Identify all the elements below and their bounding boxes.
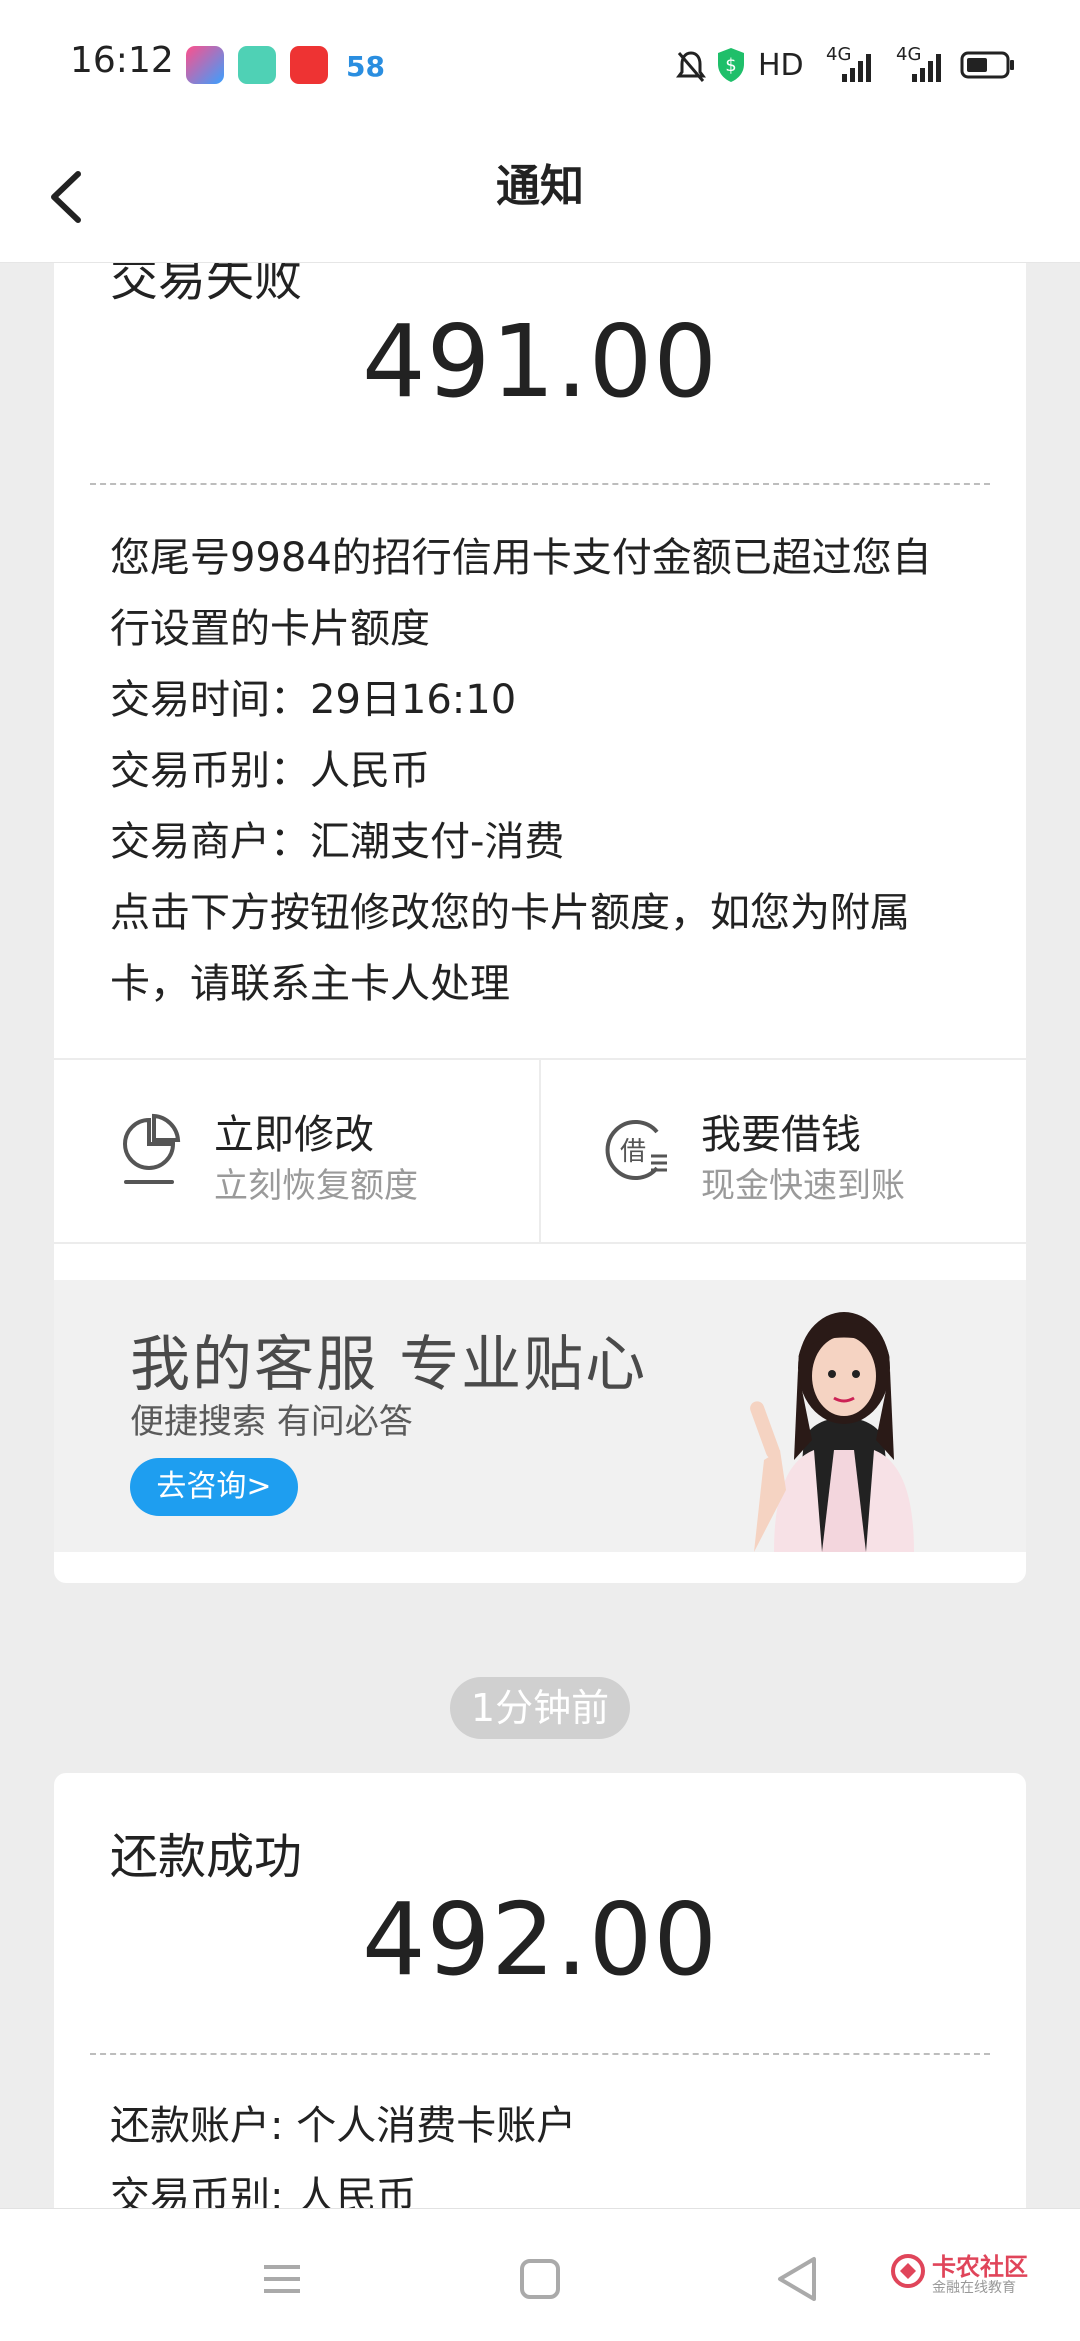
watermark-logo: 卡农社区 金融在线教育 [890, 2247, 1040, 2303]
svg-text:$: $ [725, 55, 736, 76]
dashed-divider [90, 2053, 990, 2055]
body-line: 还款账户: 个人消费卡账户 [110, 2103, 577, 2149]
shield-icon: $ [718, 48, 744, 82]
notification-body: 您尾号9984的招行信用卡支付金额已超过您自 行设置的卡片额度 交易时间：29日… [110, 523, 990, 1020]
home-button[interactable] [500, 2239, 580, 2319]
mute-icon [676, 51, 706, 82]
action-sublabel: 现金快速到账 [701, 1166, 905, 1206]
borrow-money-button[interactable]: 借 我要借钱 现金快速到账 [539, 1060, 1026, 1242]
signal-1-icon [842, 54, 871, 82]
time-pill: 1分钟前 [450, 1677, 630, 1739]
square-app-icon [238, 46, 276, 84]
banner-subtitle: 便捷搜索 有问必答 [130, 1402, 413, 1442]
back-nav-button[interactable] [758, 2239, 838, 2319]
menu-icon [264, 2265, 300, 2293]
customer-service-banner[interactable]: 我的客服 专业贴心 便捷搜索 有问必答 去咨询> [54, 1280, 1026, 1552]
watermark-icon [891, 2254, 925, 2288]
action-label: 立即修改 [214, 1112, 374, 1158]
battery-icon [960, 51, 1014, 79]
card-title: 还款成功 [110, 1829, 303, 1885]
body-line: 交易商户：汇潮支付-消费 [110, 819, 565, 865]
hd-indicator: HD [758, 48, 804, 83]
body-line: 交易时间：29日16:10 [110, 677, 517, 723]
menu-button[interactable] [242, 2239, 322, 2319]
action-sublabel: 立刻恢复额度 [214, 1166, 418, 1206]
notification-list[interactable]: 交易失败 491.00 您尾号9984的招行信用卡支付金额已超过您自 行设置的卡… [0, 263, 1080, 2208]
borrow-icon-char: 借 [620, 1137, 646, 1167]
pie-chart-icon [123, 1113, 181, 1184]
system-nav-bar: 卡农社区 金融在线教育 [0, 2208, 1080, 2341]
action-row: 立即修改 立刻恢复额度 借 我要借钱 现金快速到账 [54, 1058, 1026, 1244]
body-line: 交易币别: 人民币 [110, 2174, 417, 2208]
body-line: 您尾号9984的招行信用卡支付金额已超过您自 [110, 535, 932, 581]
status-bar: 16:12 58 $ HD 4G 4G [0, 0, 1080, 130]
page-title-wrap: 通知 [0, 150, 1080, 214]
banner-title: 我的客服 专业贴心 [130, 1330, 648, 1400]
page-title: 通知 [496, 161, 584, 212]
consult-button[interactable]: 去咨询> [130, 1458, 298, 1516]
action-label: 我要借钱 [701, 1112, 861, 1158]
notification-body: 还款账户: 个人消费卡账户 交易币别: 人民币 [110, 2091, 990, 2208]
modify-limit-button[interactable]: 立即修改 立刻恢复额度 [54, 1060, 539, 1242]
transaction-amount: 491.00 [362, 303, 718, 420]
body-line: 点击下方按钮修改您的卡片额度，如您为附属 [110, 890, 910, 936]
agent-illustration [750, 1312, 914, 1552]
status-time: 16:12 [70, 40, 174, 81]
video-app-icon [186, 46, 224, 84]
borrow-icon: 借 [605, 1120, 667, 1180]
dashed-divider [90, 483, 990, 485]
flower-app-icon [290, 46, 328, 84]
58-app-icon: 58 [346, 50, 385, 83]
watermark-subtext: 金融在线教育 [932, 2280, 1016, 2296]
body-line: 交易币别：人民币 [110, 748, 430, 794]
notification-card-failed: 交易失败 491.00 您尾号9984的招行信用卡支付金额已超过您自 行设置的卡… [54, 263, 1026, 1583]
notification-card-repayment: 还款成功 492.00 还款账户: 个人消费卡账户 交易币别: 人民币 [54, 1773, 1026, 2208]
square-icon [520, 2259, 560, 2299]
body-line: 卡，请联系主卡人处理 [110, 961, 510, 1007]
body-line: 行设置的卡片额度 [110, 606, 430, 652]
triangle-back-icon [778, 2257, 816, 2301]
transaction-amount: 492.00 [362, 1881, 718, 1998]
signal-2-icon [912, 54, 941, 82]
